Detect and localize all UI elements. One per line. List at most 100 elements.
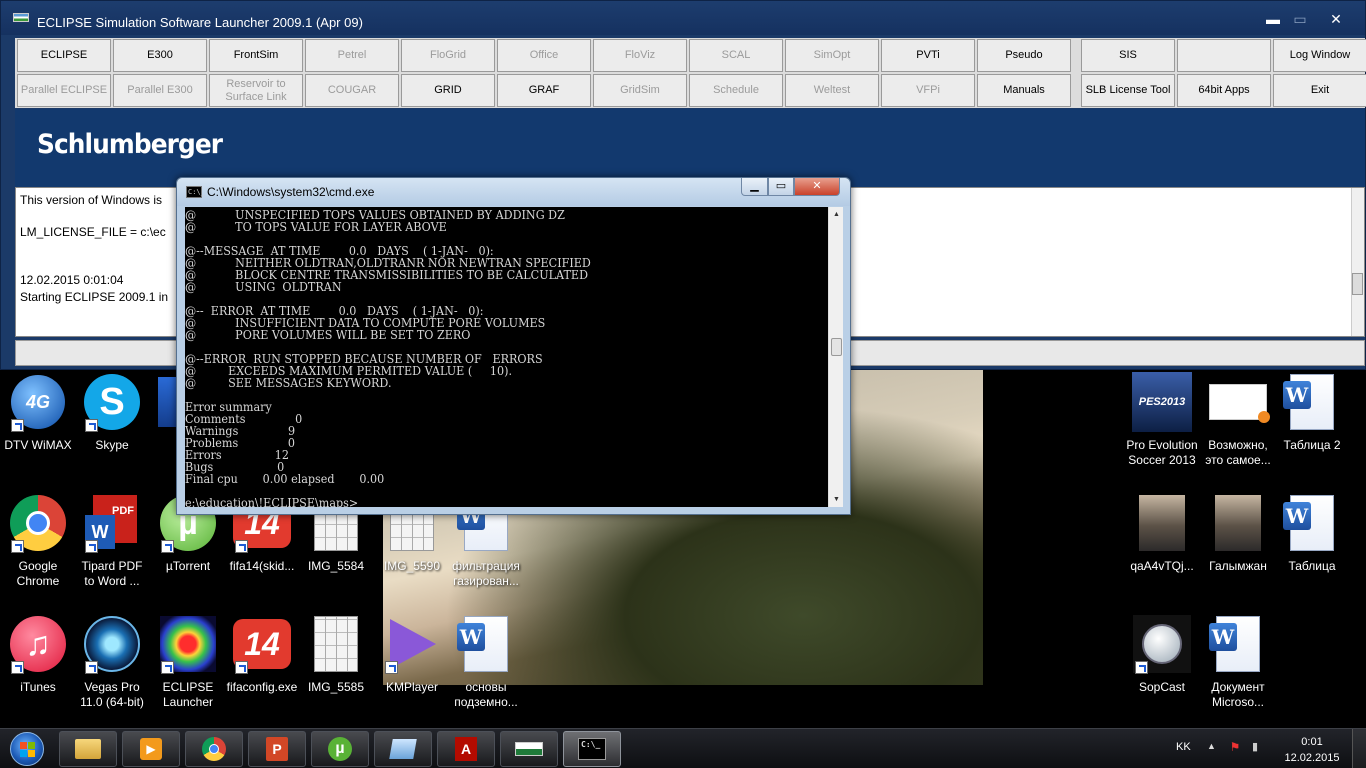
eclipse-button[interactable]: ECLIPSE	[17, 39, 111, 72]
desktop-icon-skype[interactable]: S Skype	[74, 372, 150, 482]
desktop-icon-таблица-2[interactable]: Таблица 2	[1274, 372, 1350, 482]
word-doc-icon	[1208, 614, 1268, 674]
minimize-button[interactable]: ▁	[741, 178, 768, 196]
taskbar-notepad-button[interactable]	[374, 731, 432, 767]
pseudo-button[interactable]: Pseudo	[977, 39, 1071, 72]
clock[interactable]: 0:01 12.02.2015	[1282, 734, 1342, 766]
slb-license-tool-button[interactable]: SLB License Tool	[1081, 74, 1175, 107]
reservoir-to-surface-link-button[interactable]: Reservoir to Surface Link	[209, 74, 303, 107]
scroll-up-arrow-icon[interactable]: ▲	[829, 207, 844, 222]
taskbar-powerpoint-button[interactable]: P	[248, 731, 306, 767]
manuals-button[interactable]: Manuals	[977, 74, 1071, 107]
desktop-icon-qaa4vtqj[interactable]: qaA4vTQj...	[1124, 493, 1200, 603]
cmd-scrollbar-thumb[interactable]	[831, 338, 842, 356]
simopt-button[interactable]: SimOpt	[785, 39, 879, 72]
cmd-console[interactable]: @ UNSPECIFIED TOPS VALUES OBTAINED BY AD…	[185, 207, 828, 507]
desktop-icon-таблица[interactable]: Таблица	[1274, 493, 1350, 603]
desktop-icon-основы[interactable]: основы подземно...	[448, 614, 524, 724]
taskbar-cmd-button[interactable]: C:\_	[563, 731, 621, 767]
desktop-icon-label: Pro Evolution Soccer 2013	[1126, 438, 1198, 467]
cmd-icon: C:\_	[578, 736, 606, 762]
taskbar-explorer-button[interactable]	[59, 731, 117, 767]
vfpi-button[interactable]: VFPi	[881, 74, 975, 107]
grid-button[interactable]: GRID	[401, 74, 495, 107]
office-button[interactable]: Office	[497, 39, 591, 72]
shortcut-arrow-icon	[85, 419, 98, 432]
desktop-icon-label: ECLIPSE Launcher	[162, 680, 214, 709]
schedule-button[interactable]: Schedule	[689, 74, 783, 107]
desktop-icon-sopcast[interactable]: SopCast	[1124, 614, 1200, 724]
desktop-icon-возможно[interactable]: Возможно, это самое...	[1200, 372, 1276, 482]
action-center-flag-icon[interactable]: ⚑	[1228, 740, 1242, 754]
eclipse-launcher-icon	[515, 736, 543, 762]
log-scrollbar-thumb[interactable]	[1352, 273, 1363, 295]
close-button[interactable]: ✕	[794, 178, 840, 196]
desktop-icon-kmplayer[interactable]: KMPlayer	[374, 614, 450, 724]
graf-button[interactable]: GRAF	[497, 74, 591, 107]
skype-icon: S	[82, 372, 142, 432]
language-indicator[interactable]: KK	[1176, 741, 1191, 753]
maximize-button[interactable]: ▭	[768, 178, 794, 196]
desktop-icon-google[interactable]: Google Chrome	[0, 493, 76, 603]
desktop-icon-label: Галымжан	[1209, 559, 1267, 573]
pdf-to-word-icon: PDF W	[82, 493, 142, 553]
desktop-icon-label: фильтрация газирован...	[452, 559, 520, 588]
close-button[interactable]: ✕	[1321, 9, 1351, 29]
schlumberger-logo: Schlumberger	[37, 129, 223, 160]
desktop-icon-pro-evolution[interactable]: PES2013 Pro Evolution Soccer 2013	[1124, 372, 1200, 482]
desktop-icon-vegas-pro[interactable]: Vegas Pro 11.0 (64-bit)	[74, 614, 150, 724]
minimize-button[interactable]: ▬	[1258, 9, 1288, 29]
desktop-icon-eclipse[interactable]: ECLIPSE Launcher	[150, 614, 226, 724]
show-hidden-icons-arrow-icon[interactable]: ▲	[1207, 741, 1216, 751]
desktop-icon-label: Таблица 2	[1283, 438, 1341, 452]
cmd-titlebar[interactable]: C:\_ C:\Windows\system32\cmd.exe ▁ ▭ ✕	[177, 178, 850, 206]
shortcut-arrow-icon	[1135, 661, 1148, 674]
image-icon	[306, 614, 366, 674]
app-flag-icon	[13, 13, 29, 22]
show-desktop-button[interactable]	[1352, 729, 1366, 768]
powerpoint-icon: P	[263, 736, 291, 762]
shortcut-arrow-icon	[235, 540, 248, 553]
pvti-button[interactable]: PVTi	[881, 39, 975, 72]
desktop-icon-документ[interactable]: Документ Microso...	[1200, 614, 1276, 724]
taskbar-acrobat-button[interactable]: A	[437, 731, 495, 767]
log-window-button[interactable]: Log Window	[1273, 39, 1366, 72]
desktop-icon-itunes[interactable]: ♫ iTunes	[0, 614, 76, 724]
parallel-eclipse-button[interactable]: Parallel ECLIPSE	[17, 74, 111, 107]
cougar-button[interactable]: COUGAR	[305, 74, 399, 107]
floviz-button[interactable]: FloViz	[593, 39, 687, 72]
desktop-icon-fifaconfig-exe[interactable]: 14 fifaconfig.exe	[224, 614, 300, 724]
sis-button[interactable]: SIS	[1081, 39, 1175, 72]
log-line: 12.02.2015 0:01:04	[20, 273, 124, 287]
parallel-e300-button[interactable]: Parallel E300	[113, 74, 207, 107]
weltest-button[interactable]: Weltest	[785, 74, 879, 107]
desktop-icon-галымжан[interactable]: Галымжан	[1200, 493, 1276, 603]
e300-button[interactable]: E300	[113, 39, 207, 72]
start-button[interactable]	[4, 730, 50, 768]
desktop-icon-dtv-wimax[interactable]: 4G DTV WiMAX	[0, 372, 76, 482]
frontsim-button[interactable]: FrontSim	[209, 39, 303, 72]
taskbar-media-player-button[interactable]: ▶	[122, 731, 180, 767]
shortcut-arrow-icon	[235, 661, 248, 674]
log-scrollbar[interactable]	[1351, 188, 1364, 336]
power-icon[interactable]: ▮	[1252, 740, 1264, 754]
flogrid-button[interactable]: FloGrid	[401, 39, 495, 72]
taskbar-chrome-button[interactable]	[185, 731, 243, 767]
gridsim-button[interactable]: GridSim	[593, 74, 687, 107]
exit-button[interactable]: Exit	[1273, 74, 1366, 107]
launcher-titlebar[interactable]: ECLIPSE Simulation Software Launcher 200…	[1, 1, 1365, 35]
blank-button[interactable]	[1177, 39, 1271, 72]
64bit-apps-button[interactable]: 64bit Apps	[1177, 74, 1271, 107]
desktop-icon-tipard-pdf[interactable]: PDF W Tipard PDF to Word ...	[74, 493, 150, 603]
taskbar-utorrent-button[interactable]: µ	[311, 731, 369, 767]
cmd-scrollbar[interactable]: ▲ ▼	[828, 207, 843, 507]
taskbar-eclipse-launcher-button[interactable]	[500, 731, 558, 767]
scroll-down-arrow-icon[interactable]: ▼	[829, 492, 844, 507]
petrel-button[interactable]: Petrel	[305, 39, 399, 72]
desktop-icon-img-5585[interactable]: IMG_5585	[298, 614, 374, 724]
maximize-button[interactable]: ▭	[1285, 9, 1315, 29]
cmd-line: @ SEE MESSAGES KEYWORD.	[185, 376, 392, 390]
scal-button[interactable]: SCAL	[689, 39, 783, 72]
shortcut-arrow-icon	[11, 661, 24, 674]
shortcut-arrow-icon	[11, 540, 24, 553]
